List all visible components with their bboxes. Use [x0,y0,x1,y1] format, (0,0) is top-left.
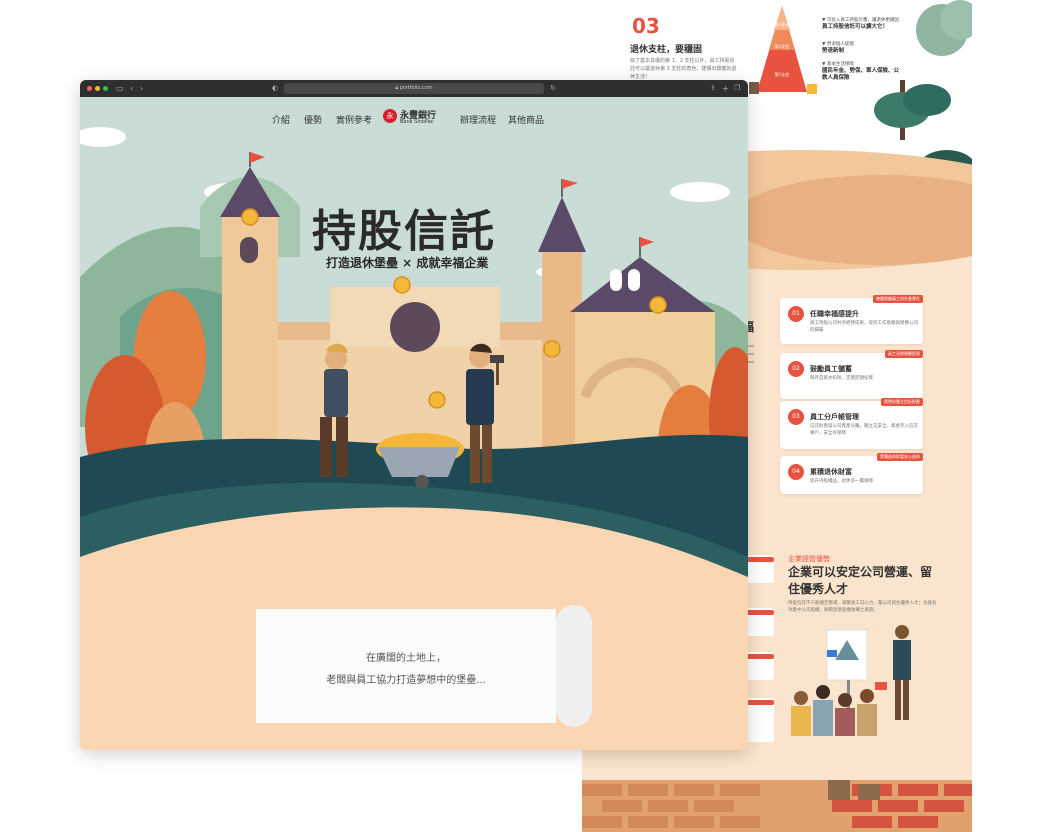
pyramid-level-2: 第2支柱 [775,43,790,49]
forward-icon[interactable]: › [140,82,143,95]
card-tag: 員工長期規劃投資 [885,350,923,358]
hero-subtitle: 打造退休堡壘 × 成就幸福企業 [326,256,489,270]
section-title: 企業可以安定公司營運、留住優秀人才 [788,565,933,596]
shield-icon: ◐ [272,84,279,92]
minimize-window-button[interactable] [95,86,100,91]
back-icon[interactable]: ‹ [130,82,133,95]
card-description: 每月自薪水扣除，定期定額投資 [810,376,873,381]
card-number: 02 [788,361,804,377]
card-title: 任職幸福感提升 [810,310,859,318]
pillar-description: 除了基本具優的第 1、2 支柱以外，員工持股信託可以讓退休第 3 支柱的角色，建… [630,58,737,80]
browser-window: ▭ ‹ › ◐ 🔒︎ portfolio.com ↻ ⇪ + ❐ 介紹 優勢 實… [80,80,748,750]
scroll-text-line-2: 老闆與員工協力打造夢想中的堡壘... [326,675,486,686]
card-title: 員工分戶帳管理 [810,413,859,421]
meeting-illustration [791,625,911,736]
close-window-button[interactable] [87,86,92,91]
card-title: 鼓勵員工儲蓄 [810,365,852,373]
pyramid-level-3: 第3支柱 [775,21,790,27]
scroll-roll [556,605,592,727]
card-number: 04 [788,464,804,480]
bank-logo-icon[interactable]: 永 [383,109,397,123]
card-tag: 善盡照顧員工的社會責任 [873,295,923,303]
new-tab-icon[interactable]: + [722,82,729,95]
scroll-text-line-1: 在廣闊的土地上， [366,653,446,664]
nav-item-examples[interactable]: 實例參考 [336,113,372,126]
section-label: 企業經營優勢 [788,555,830,563]
card-description: 信託財產與公司資產分離，獨立又安全，資金存入信託專戶，安全有保障 [810,424,918,436]
zoom-window-button[interactable] [103,86,108,91]
sidebar-icon[interactable]: ▭ [116,82,124,95]
share-icon[interactable]: ⇪ [710,82,716,95]
pillar-title: 退休支柱，要穩固 [630,45,703,55]
benefit-card-3: 透明化獨立信託財產 03 員工分戶帳管理 信託財產與公司資產分離，獨立又安全，資… [780,398,923,449]
section-description: 持股信託不只能穩定營運，凝聚員工向心力，幫公司留住優秀人才；也能有效集中公司股權… [788,601,937,613]
bank-logo-english[interactable]: Bank SinoPac [400,119,434,125]
browser-toolbar: ▭ ‹ › ◐ 🔒︎ portfolio.com ↻ ⇪ + ❐ [80,80,748,97]
tabs-overview-icon[interactable]: ❐ [734,82,740,95]
reload-icon[interactable]: ↻ [550,82,556,95]
address-bar[interactable]: 🔒︎ portfolio.com [284,83,544,94]
benefit-card-1: 善盡照顧員工的社會責任 01 任職幸福感提升 員工持股公司共享經營成果，提昇工作… [780,295,923,344]
card-tag: 累積退休財富安心退休 [877,453,923,461]
nav-item-other-products[interactable]: 其他商品 [508,113,544,126]
nav-item-advantages[interactable]: 優勢 [304,113,322,126]
pyramid-level-1: 第1支柱 [775,71,790,77]
card-title: 累積退休財富 [810,468,852,476]
url-text: portfolio.com [399,85,433,91]
card-tag: 透明化獨立信託財產 [881,398,923,406]
benefit-card-2: 員工長期規劃投資 02 鼓勵員工儲蓄 每月自薪水扣除，定期定額投資 [780,350,923,399]
card-description: 提升持股權益，退休多一層保障 [810,479,873,484]
card-number: 03 [788,409,804,425]
lock-icon: 🔒︎ [395,85,398,91]
scroll-paper: 在廣闊的土地上， 老闆與員工協力打造夢想中的堡壘... [256,609,556,723]
hero-title: 持股信託 [312,206,496,257]
card-number: 01 [788,306,804,322]
pillar-number: 03 [632,14,660,38]
pyramid-illustration: 第3支柱 第2支柱 第1支柱 [749,6,817,94]
benefit-card-4: 累積退休財富安心退休 04 累積退休財富 提升持股權益，退休多一層保障 [780,453,923,494]
nav-item-intro[interactable]: 介紹 [272,113,290,126]
card-description: 員工持股公司共享經營成果，提昇工作意願與榮譽公司的歸屬 [810,321,918,333]
brick-wall [582,780,972,832]
nav-item-process[interactable]: 辦理流程 [460,113,496,126]
hero-scene: 介紹 優勢 實例參考 永 永豐銀行 Bank SinoPac 辦理流程 其他商品… [80,97,748,750]
